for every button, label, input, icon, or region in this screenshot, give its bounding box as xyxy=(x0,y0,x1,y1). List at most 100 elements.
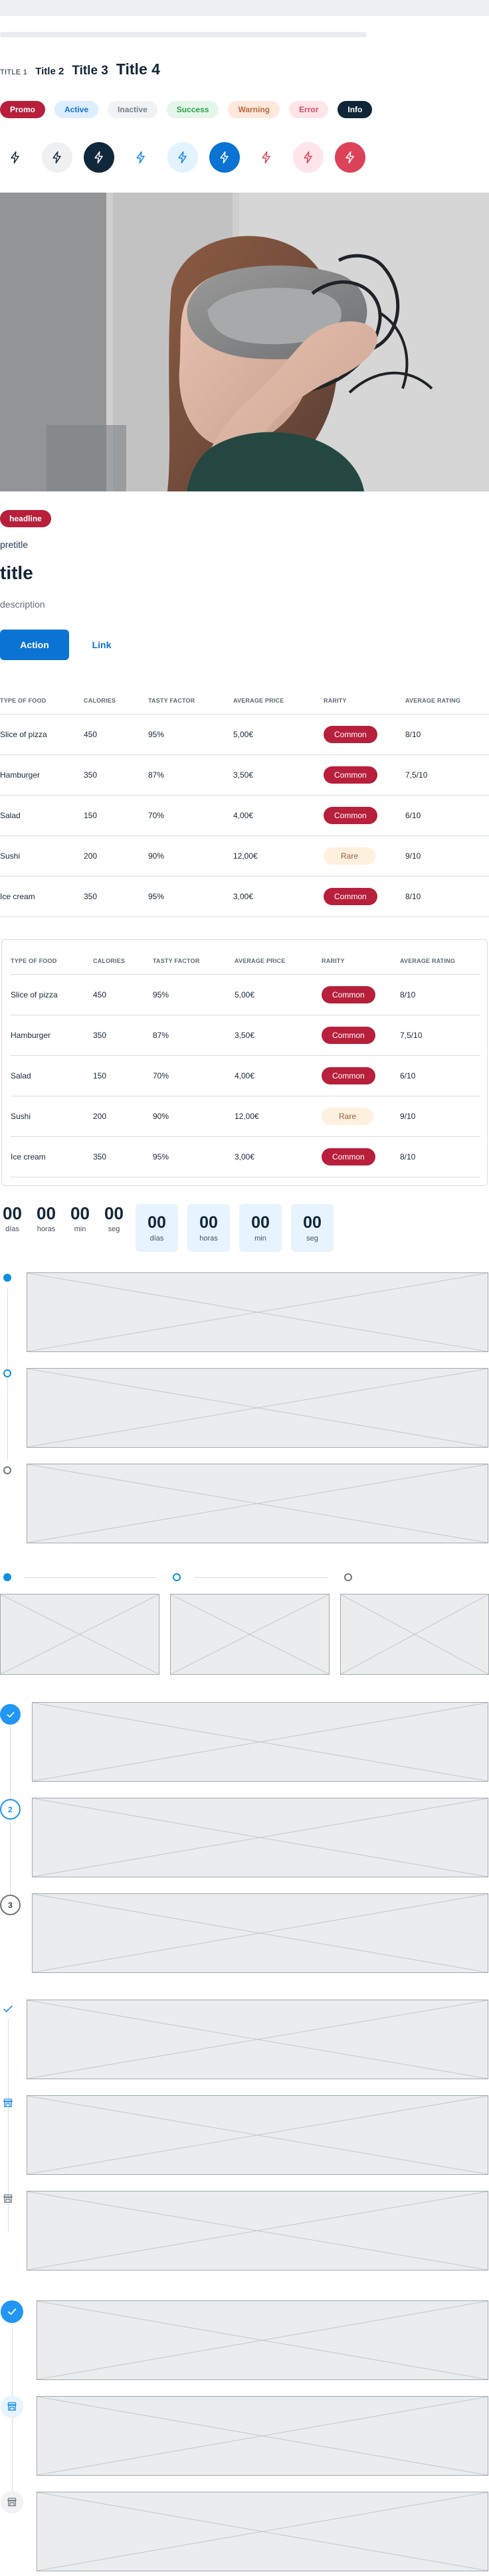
table-row: Salad 150 70% 4,00€ Common 6/10 xyxy=(11,1055,480,1096)
food-type-cell: Hamburger xyxy=(11,1015,93,1056)
countdown-label: días xyxy=(5,1225,19,1233)
image-placeholder xyxy=(37,2492,488,2571)
rarity-badge: Common xyxy=(324,888,377,905)
rarity-cell: Rare xyxy=(322,1096,400,1137)
calories-cell: 450 xyxy=(93,974,153,1015)
lightning-icon xyxy=(304,151,312,164)
lightning-icon-neutral[interactable] xyxy=(42,142,72,173)
tasty-factor-cell: 70% xyxy=(153,1055,235,1096)
lightning-icon-blue[interactable] xyxy=(126,142,156,173)
countdown-label: min xyxy=(254,1235,266,1243)
top-placeholder-bar xyxy=(0,0,489,16)
info-badge: Info xyxy=(338,101,373,118)
action-row: Action Link xyxy=(0,630,128,660)
table-row: Salad 150 70% 4,00€ Common 6/10 xyxy=(0,795,489,836)
lightning-icon-blue-soft[interactable] xyxy=(167,142,198,173)
column-header-calories: CALORIES xyxy=(93,948,153,975)
warning-badge: Warning xyxy=(228,101,280,118)
title-1: TITLE 1 xyxy=(0,68,28,76)
table-row: Slice of pizza 450 95% 5,00€ Common 8/10 xyxy=(0,714,489,755)
promo-badge: Promo xyxy=(0,101,46,118)
rarity-badge: Rare xyxy=(324,847,375,865)
rarity-cell: Common xyxy=(324,795,405,836)
calories-cell: 150 xyxy=(84,795,148,836)
calories-cell: 450 xyxy=(84,714,148,755)
lightning-icon xyxy=(52,151,61,164)
rarity-badge: Rare xyxy=(322,1108,373,1125)
image-placeholder xyxy=(27,2095,488,2175)
countdown-days-box: 00 días xyxy=(136,1204,178,1252)
countdown-minutes-plain: 00 min xyxy=(68,1204,92,1233)
average-price-cell: 12,00€ xyxy=(233,835,324,877)
food-type-cell: Sushi xyxy=(11,1096,93,1137)
countdown-hours-plain: 00 horas xyxy=(34,1204,58,1233)
countdown-value: 00 xyxy=(37,1203,56,1223)
average-price-cell: 4,00€ xyxy=(235,1055,322,1096)
rarity-badge: Common xyxy=(322,1067,375,1084)
food-type-cell: Salad xyxy=(11,1055,93,1096)
placeholder-cross xyxy=(33,1703,488,1781)
primary-action-button[interactable]: Action xyxy=(0,630,69,660)
lightning-icon xyxy=(11,151,19,164)
lightning-icon-dark[interactable] xyxy=(84,142,114,173)
rarity-cell: Common xyxy=(322,974,400,1015)
active-badge: Active xyxy=(54,101,99,118)
store-icon xyxy=(7,2402,17,2411)
lightning-icon xyxy=(178,151,187,164)
food-type-cell: Hamburger xyxy=(0,754,84,796)
food-type-cell: Slice of pizza xyxy=(11,974,93,1015)
average-price-cell: 5,00€ xyxy=(233,714,324,755)
rarity-cell: Rare xyxy=(324,835,405,877)
error-badge: Error xyxy=(289,101,329,118)
placeholder-cross xyxy=(37,2492,488,2571)
rarity-badge: Common xyxy=(322,1148,375,1165)
table-row: Hamburger 350 87% 3,50€ Common 7,5/10 xyxy=(0,754,489,796)
average-rating-cell: 9/10 xyxy=(400,1096,480,1137)
rarity-cell: Common xyxy=(324,754,405,796)
placeholder-cross xyxy=(27,1273,488,1351)
table-row: Ice cream 350 95% 3,00€ Common 8/10 xyxy=(0,876,489,917)
success-badge: Success xyxy=(166,101,219,118)
table-header-row: TYPE OF FOOD CALORIES TASTY FACTOR AVERA… xyxy=(0,687,489,715)
horizontal-stepper-line xyxy=(24,1577,157,1578)
placeholder-cross xyxy=(27,1464,488,1543)
column-header-rarity: RARITY xyxy=(324,687,405,715)
lightning-icon-plain[interactable] xyxy=(0,142,31,173)
table-row: Sushi 200 90% 12,00€ Rare 9/10 xyxy=(0,835,489,877)
average-price-cell: 5,00€ xyxy=(235,974,322,1015)
average-rating-cell: 7,5/10 xyxy=(400,1015,480,1056)
current-step-dot xyxy=(3,1369,11,1377)
placeholder-cross xyxy=(27,2000,488,2079)
lightning-icon-red-soft[interactable] xyxy=(293,142,324,173)
countdown-label: horas xyxy=(37,1225,56,1233)
title-4: Title 4 xyxy=(116,60,160,78)
average-price-cell: 3,00€ xyxy=(235,1136,322,1177)
rarity-cell: Common xyxy=(322,1015,400,1056)
lightning-icon-red-solid[interactable] xyxy=(335,142,365,173)
current-numbered-step: 2 xyxy=(0,1799,21,1820)
countdown-label: seg xyxy=(306,1235,318,1243)
placeholder-cross xyxy=(27,1369,488,1447)
link-action-button[interactable]: Link xyxy=(76,630,128,660)
pending-step-dot xyxy=(3,1466,11,1474)
store-icon xyxy=(3,2194,13,2203)
rarity-badge: Common xyxy=(322,1027,375,1044)
food-type-cell: Slice of pizza xyxy=(0,714,84,755)
image-placeholder xyxy=(27,1368,488,1448)
tasty-factor-cell: 90% xyxy=(153,1096,235,1137)
lightning-icon xyxy=(220,151,229,164)
average-rating-cell: 8/10 xyxy=(405,714,489,755)
lightning-icon-red[interactable] xyxy=(251,142,282,173)
calories-cell: 150 xyxy=(93,1055,153,1096)
table-row: Hamburger 350 87% 3,50€ Common 7,5/10 xyxy=(11,1015,480,1056)
lightning-icon-blue-solid[interactable] xyxy=(209,142,240,173)
tasty-factor-cell: 87% xyxy=(153,1015,235,1056)
store-icon xyxy=(3,2099,13,2107)
lightning-icon xyxy=(345,151,354,164)
column-header-average-rating: AVERAGE RATING xyxy=(405,687,489,715)
pending-numbered-step: 3 xyxy=(0,1895,21,1915)
check-icon xyxy=(7,2308,17,2315)
average-rating-cell: 7,5/10 xyxy=(405,754,489,796)
headline-badge: headline xyxy=(0,510,51,527)
column-header-rarity: RARITY xyxy=(322,948,400,975)
